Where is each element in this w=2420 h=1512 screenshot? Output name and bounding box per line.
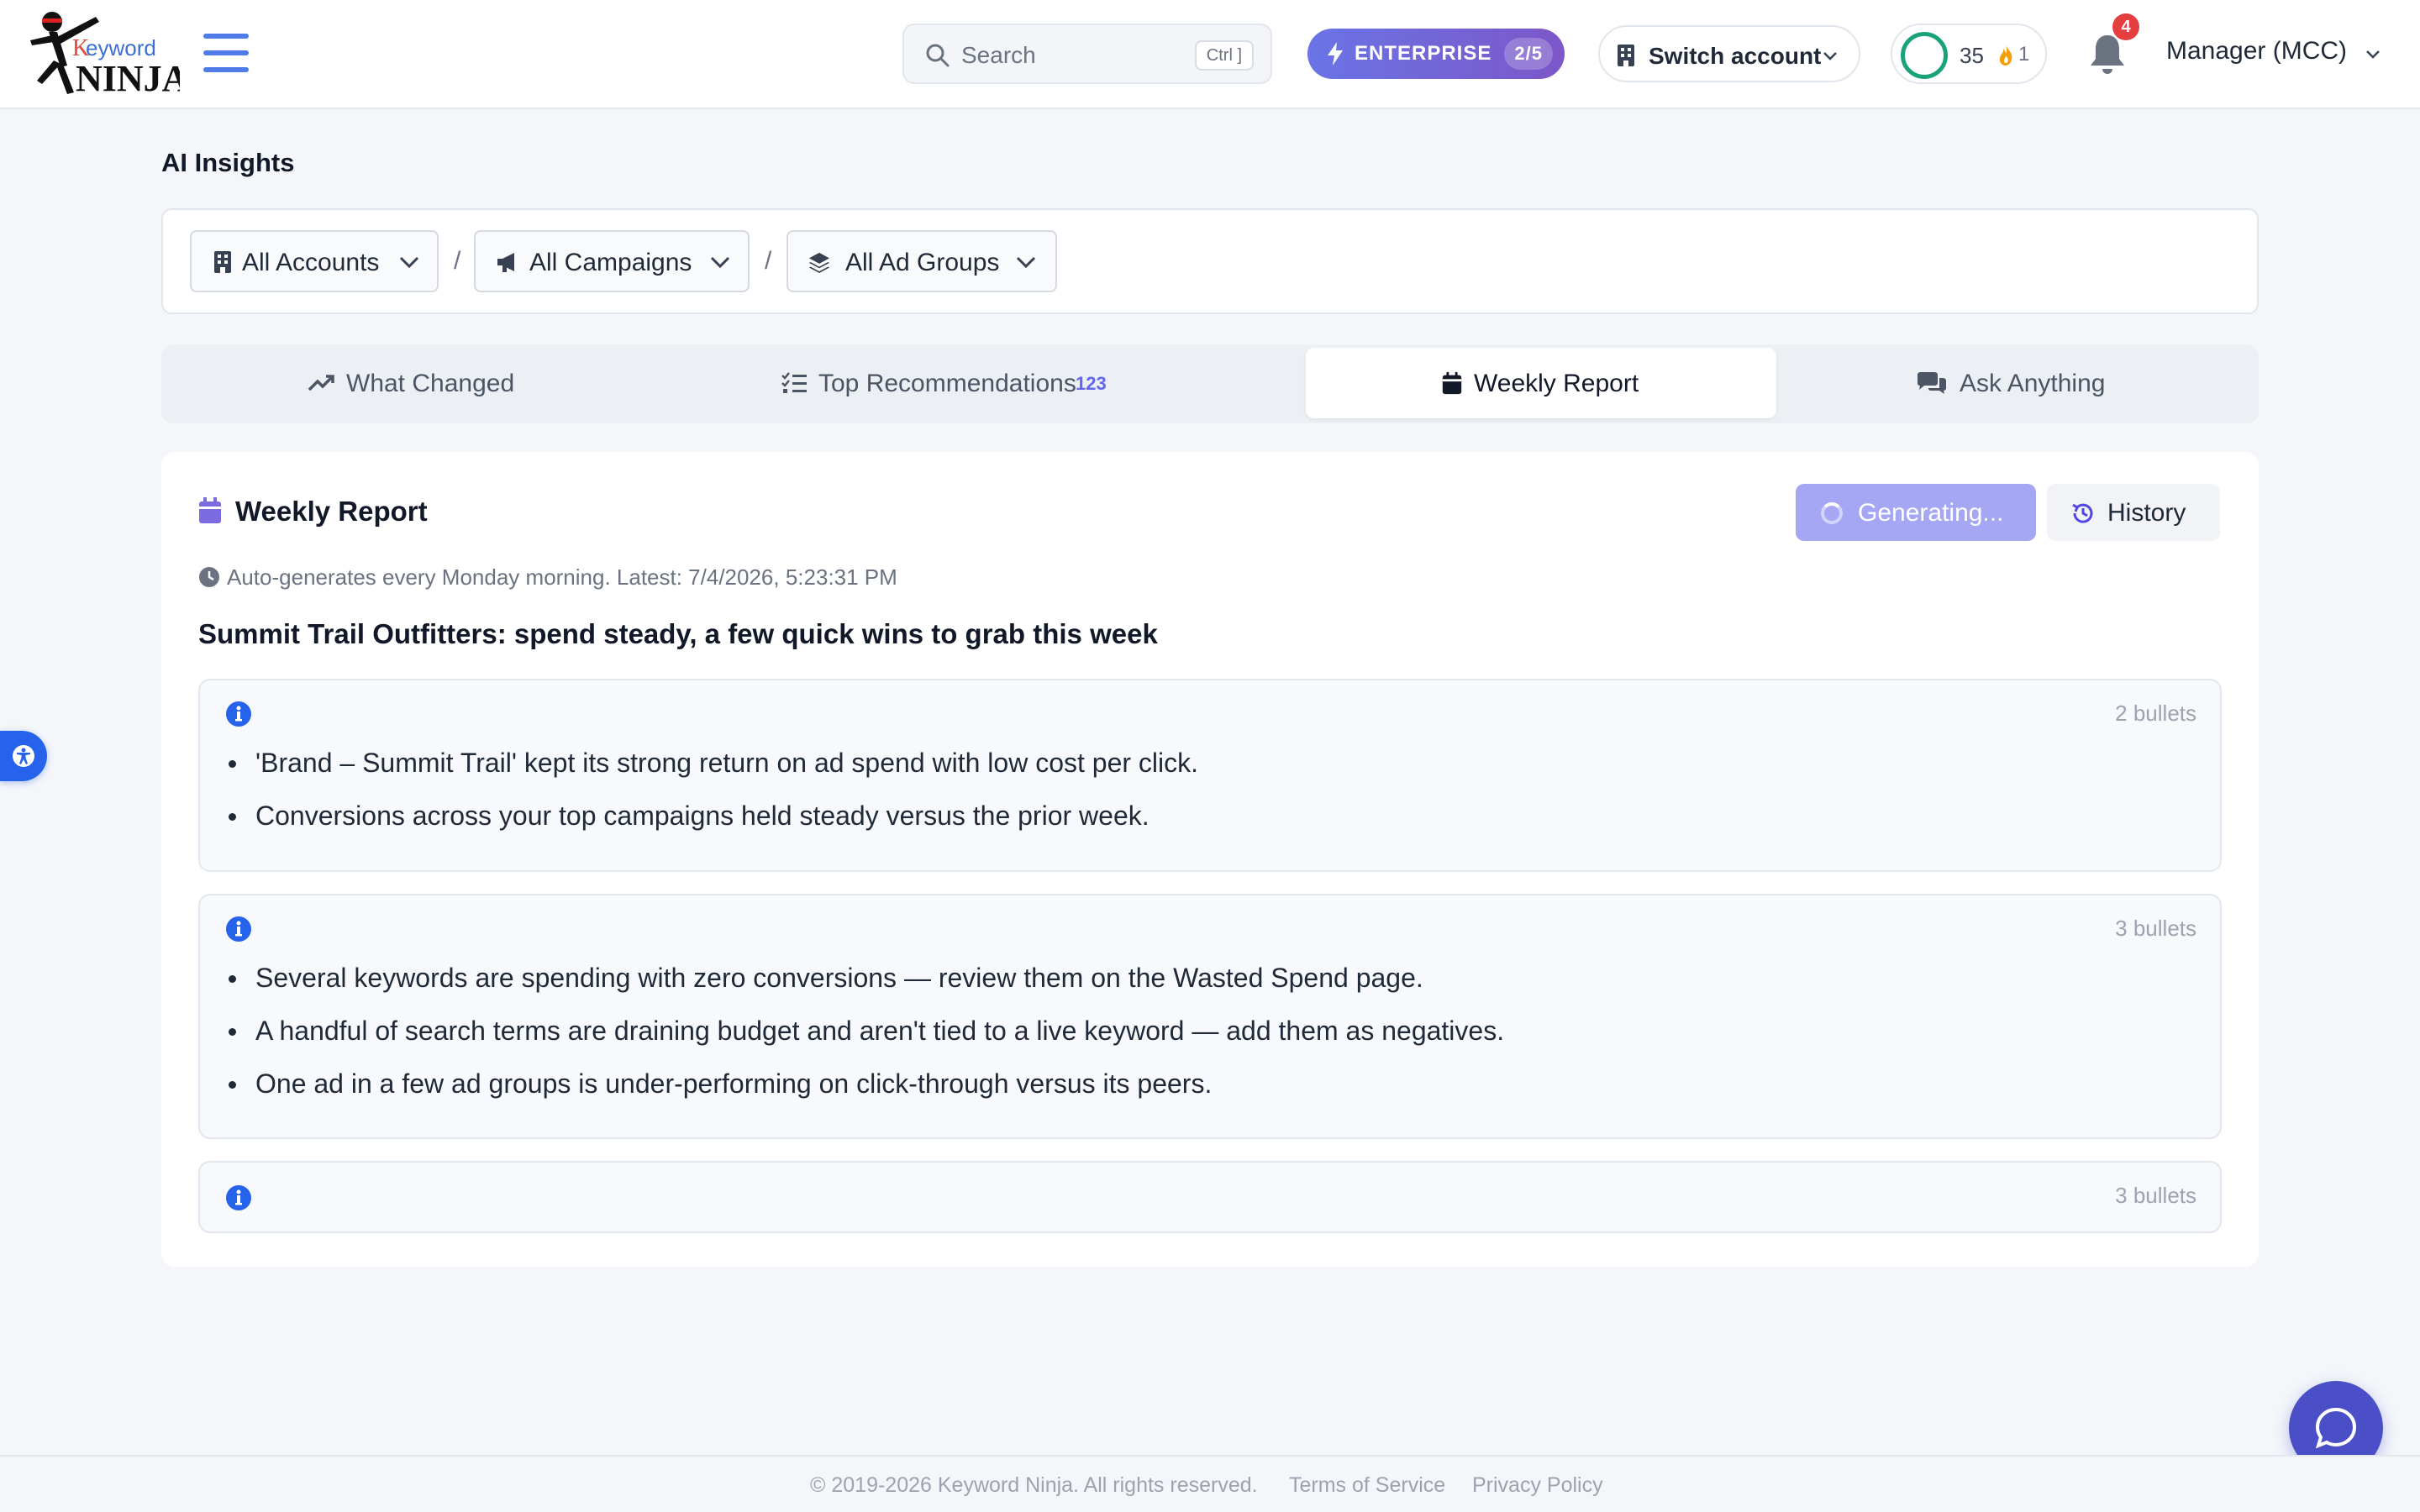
info-icon xyxy=(226,701,251,727)
report-section: 3 bullets xyxy=(198,1161,2222,1233)
bullet-count: 3 bullets xyxy=(2115,1183,2196,1208)
weekly-report-card: Weekly Report Generating... History Auto… xyxy=(161,452,2259,1267)
history-icon xyxy=(2072,503,2093,523)
fire-icon xyxy=(1999,45,2012,66)
score-value: 35 xyxy=(1960,43,1984,68)
breadcrumb-separator: / xyxy=(765,247,772,275)
bullet-list: 'Brand – Summit Trail' kept its strong r… xyxy=(227,748,1198,853)
menu-icon[interactable] xyxy=(203,34,249,76)
svg-text:eyword: eyword xyxy=(86,35,156,60)
bolt-icon xyxy=(1328,42,1343,66)
notification-count-badge: 4 xyxy=(2112,13,2139,40)
keyword-ninja-logo[interactable]: K eyword NINJA xyxy=(24,7,189,102)
list-item: 'Brand – Summit Trail' kept its strong r… xyxy=(227,748,1198,801)
building-icon xyxy=(1618,45,1634,66)
score-widget[interactable]: 35 1 xyxy=(1891,24,2047,84)
tab-label: What Changed xyxy=(346,370,515,397)
history-button-label: History xyxy=(2107,499,2186,527)
tab-ask-anything[interactable]: Ask Anything xyxy=(1781,348,2254,418)
streak-value: 1 xyxy=(2018,43,2030,66)
search-placeholder: Search xyxy=(961,42,1036,68)
accounts-dropdown[interactable]: All Accounts xyxy=(190,230,439,292)
list-item: Several keywords are spending with zero … xyxy=(227,963,1504,1016)
switch-account-label: Switch account xyxy=(1649,43,1822,69)
search-shortcut-hint: Ctrl ] xyxy=(1194,40,1254,71)
info-icon xyxy=(226,916,251,942)
report-title: Weekly Report xyxy=(235,496,428,527)
recommendations-count: 123 xyxy=(1076,373,1107,394)
campaigns-dropdown-label: All Campaigns xyxy=(529,249,692,276)
megaphone-icon xyxy=(497,253,514,272)
chevron-down-icon xyxy=(1016,256,1036,269)
global-search[interactable]: Search Ctrl ] xyxy=(902,24,1272,84)
tab-label: Ask Anything xyxy=(1960,370,2106,397)
list-item: Conversions across your top campaigns he… xyxy=(227,801,1198,853)
history-button[interactable]: History xyxy=(2047,484,2220,541)
accessibility-widget-button[interactable] xyxy=(0,731,47,781)
campaigns-dropdown[interactable]: All Campaigns xyxy=(474,230,750,292)
plan-label: ENTERPRISE xyxy=(1355,42,1492,65)
layers-icon xyxy=(808,252,830,273)
chat-bubble-icon xyxy=(2315,1407,2357,1449)
bullet-count: 3 bullets xyxy=(2115,916,2196,941)
tab-label: Top Recommendations xyxy=(818,370,1076,397)
tab-top-recommendations[interactable]: Top Recommendations 123 xyxy=(642,348,1119,418)
comments-icon xyxy=(1918,372,1946,394)
info-icon xyxy=(226,1185,251,1210)
clock-icon xyxy=(199,567,219,587)
list-check-icon xyxy=(781,372,807,393)
copyright-text: © 2019-2026 Keyword Ninja. All rights re… xyxy=(810,1473,1258,1497)
calendar-icon xyxy=(1442,371,1462,395)
switch-account-button[interactable]: Switch account xyxy=(1598,25,1860,82)
generate-report-button[interactable]: Generating... xyxy=(1796,484,2036,541)
report-headline: Summit Trail Outfitters: spend steady, a… xyxy=(198,618,1158,649)
svg-text:NINJA: NINJA xyxy=(76,58,180,99)
list-item: A handful of search terms are draining b… xyxy=(227,1016,1504,1068)
accessibility-icon xyxy=(13,745,34,767)
ad-groups-dropdown[interactable]: All Ad Groups xyxy=(786,230,1057,292)
calendar-icon xyxy=(199,497,221,523)
report-section: 3 bullets Several keywords are spending … xyxy=(198,894,2222,1139)
accounts-dropdown-label: All Accounts xyxy=(242,249,380,276)
generate-button-label: Generating... xyxy=(1858,499,2004,527)
tab-label: Weekly Report xyxy=(1474,370,1639,397)
score-ring xyxy=(1901,32,1948,79)
list-item: One ad in a few ad groups is under-perfo… xyxy=(227,1068,1504,1121)
page-title: AI Insights xyxy=(161,148,295,177)
spinner-icon xyxy=(1821,502,1843,524)
report-section: 2 bullets 'Brand – Summit Trail' kept it… xyxy=(198,679,2222,872)
chevron-down-icon xyxy=(710,256,730,269)
top-navigation-bar: K eyword NINJA Search Ctrl ] ENTERPRISE … xyxy=(0,0,2420,109)
building-icon xyxy=(214,251,231,273)
bullet-list: Several keywords are spending with zero … xyxy=(227,963,1504,1121)
insights-tabs: What Changed Top Recommendations 123 Wee… xyxy=(161,344,2259,423)
tab-weekly-report[interactable]: Weekly Report xyxy=(1306,348,1776,418)
search-icon xyxy=(926,44,950,67)
trend-up-icon xyxy=(308,375,334,391)
tab-what-changed[interactable]: What Changed xyxy=(166,348,637,418)
terms-of-service-link[interactable]: Terms of Service xyxy=(1289,1473,1445,1498)
chevron-down-icon[interactable] xyxy=(2365,45,2381,62)
scope-filter-bar: All Accounts / All Campaigns / All Ad Gr… xyxy=(161,208,2259,314)
user-menu-label[interactable]: Manager (MCC) xyxy=(2166,37,2347,66)
page-footer: © 2019-2026 Keyword Ninja. All rights re… xyxy=(0,1455,2420,1512)
plan-count: 2/5 xyxy=(1504,38,1553,70)
ad-groups-dropdown-label: All Ad Groups xyxy=(845,249,1000,276)
enterprise-plan-badge[interactable]: ENTERPRISE 2/5 xyxy=(1307,29,1565,79)
bullet-count: 2 bullets xyxy=(2115,701,2196,726)
chevron-down-icon xyxy=(399,256,419,269)
breadcrumb-separator: / xyxy=(454,247,461,275)
privacy-policy-link[interactable]: Privacy Policy xyxy=(1472,1473,1603,1498)
chevron-down-icon xyxy=(1823,52,1837,60)
report-schedule-text: Auto-generates every Monday morning. Lat… xyxy=(227,564,897,590)
